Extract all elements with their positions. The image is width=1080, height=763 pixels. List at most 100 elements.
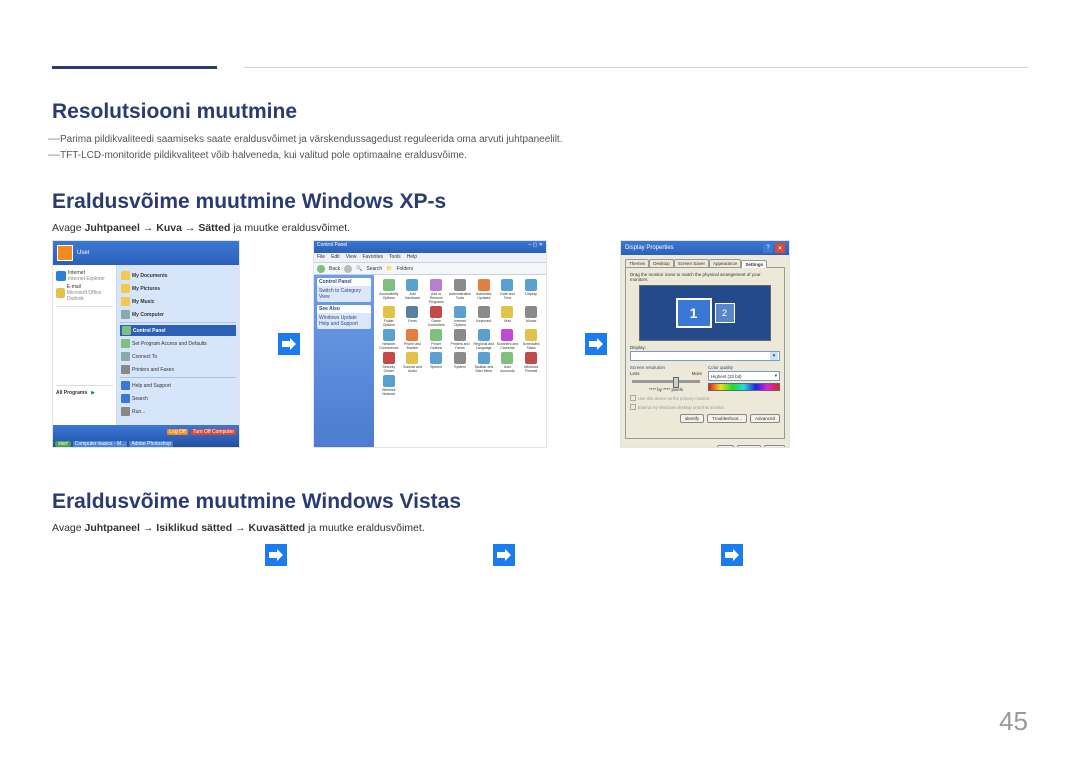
screenshot-start-menu: User InternetInternet Explorer E-mailMic…	[52, 240, 240, 448]
cp-icon-folder-options[interactable]: Folder Options	[378, 306, 400, 327]
cp-icon-internet-options[interactable]: Internet Options	[449, 306, 471, 327]
identify-button[interactable]: Identify	[680, 414, 705, 423]
cp-icon-scanners-and-cameras[interactable]: Scanners and Cameras	[497, 329, 519, 350]
cp-icon-speech[interactable]: Speech	[425, 352, 447, 373]
start-my-computer[interactable]: My Computer	[120, 309, 236, 320]
resolution-value: **** by **** pixels	[630, 387, 702, 392]
start-item-internet[interactable]: InternetInternet Explorer	[56, 270, 113, 282]
cp-toolbar[interactable]: Back 🔍Search 📁Folders	[314, 263, 546, 275]
extend-desktop-checkbox[interactable]: Extend my Windows desktop onto this moni…	[630, 404, 780, 410]
start-all-programs[interactable]: All Programs▶	[56, 390, 113, 396]
start-program-access[interactable]: Set Program Access and Defaults	[120, 338, 236, 349]
primary-monitor-checkbox[interactable]: Use this device as the primary monitor.	[630, 395, 780, 401]
cp-icon-printers-and-faxes[interactable]: Printers and Faxes	[449, 329, 471, 350]
display-combo[interactable]: ▾	[630, 351, 780, 361]
monitor-1[interactable]: 1	[676, 298, 712, 328]
display-label: Display:	[630, 345, 780, 350]
monitor-arrangement[interactable]: 1 2	[639, 285, 771, 341]
cp-icon-scheduled-tasks[interactable]: Scheduled Tasks	[520, 329, 542, 350]
cp-side-header: Control Panel	[317, 278, 371, 286]
xp-screenshot-row: User InternetInternet Explorer E-mailMic…	[52, 240, 1028, 448]
start-my-pictures[interactable]: My Pictures	[120, 283, 236, 294]
cp-icon-mail[interactable]: Mail	[497, 306, 519, 327]
cp-icon-power-options[interactable]: Power Options	[425, 329, 447, 350]
cp-window-controls[interactable]: – ▢ ✕	[529, 242, 543, 252]
cp-icon-windows-firewall[interactable]: Windows Firewall	[520, 352, 542, 373]
instruction-vista: Avage Juhtpaneel → Isiklikud sätted → Ku…	[52, 522, 1028, 534]
cp-menubar[interactable]: FileEditViewFavoritesToolsHelp	[314, 253, 546, 263]
cp-icon-sounds-and-audio[interactable]: Sounds and Audio	[402, 352, 424, 373]
page-number: 45	[999, 706, 1028, 737]
cp-help-support[interactable]: Help and Support	[319, 321, 369, 327]
cp-sidebar: Control Panel Switch to Category View Se…	[314, 275, 374, 448]
tab-settings[interactable]: Settings	[741, 260, 767, 268]
cp-switch-view[interactable]: Switch to Category View	[319, 288, 369, 300]
tab-themes[interactable]: Themes	[625, 259, 649, 267]
start-my-music[interactable]: My Music	[120, 296, 236, 307]
cp-icon-add-hardware[interactable]: Add Hardware	[402, 279, 424, 304]
tab-appearance[interactable]: Appearance	[709, 259, 741, 267]
cp-icon-add-or-remove-programs[interactable]: Add or Remove Programs	[425, 279, 447, 304]
cp-icon-administrative-tools[interactable]: Administrative Tools	[449, 279, 471, 304]
note-1: Parima pildikvaliteedi saamiseks saate e…	[52, 132, 1028, 148]
cp-icon-grid: Accessibility OptionsAdd HardwareAdd or …	[374, 275, 546, 448]
color-gradient	[708, 383, 780, 391]
tab-desktop[interactable]: Desktop	[649, 259, 674, 267]
tab-screensaver[interactable]: Screen Saver	[674, 259, 709, 267]
logoff-button[interactable]: Log Off	[167, 429, 187, 435]
start-search[interactable]: Search	[120, 393, 236, 404]
cp-icon-network-connections[interactable]: Network Connections	[378, 329, 400, 350]
advanced-button[interactable]: Advanced	[750, 414, 780, 423]
cp-window-title: Control Panel	[317, 242, 347, 252]
flow-arrow-2	[572, 333, 620, 355]
cp-icon-mouse[interactable]: Mouse	[520, 306, 542, 327]
cancel-button[interactable]: Cancel	[737, 445, 761, 448]
dp-tabs[interactable]: Themes Desktop Screen Saver Appearance S…	[625, 259, 785, 267]
cp-icon-user-accounts[interactable]: User Accounts	[497, 352, 519, 373]
header-rule	[244, 67, 1028, 68]
cp-icon-accessibility-options[interactable]: Accessibility Options	[378, 279, 400, 304]
forward-icon[interactable]	[344, 265, 352, 273]
header-accent-bar	[52, 66, 217, 69]
cp-icon-system[interactable]: System	[449, 352, 471, 373]
cp-icon-display[interactable]: Display	[520, 279, 542, 304]
monitor-2[interactable]: 2	[715, 303, 735, 323]
start-connect-to[interactable]: Connect To	[120, 351, 236, 362]
color-quality-combo[interactable]: Highest (32 bit)▾	[708, 371, 780, 381]
start-my-documents[interactable]: My Documents	[120, 270, 236, 281]
arrow-right-icon	[721, 544, 743, 566]
user-avatar	[57, 245, 73, 261]
start-printers[interactable]: Printers and Faxes	[120, 364, 236, 375]
chevron-down-icon: ▾	[770, 352, 778, 360]
start-run[interactable]: Run...	[120, 406, 236, 417]
cp-icon-security-center[interactable]: Security Center	[378, 352, 400, 373]
taskbar-tab-2[interactable]: Adobe Photoshop	[129, 441, 173, 447]
help-icon[interactable]: ?	[763, 243, 773, 253]
cp-icon-keyboard[interactable]: Keyboard	[473, 306, 495, 327]
start-item-email[interactable]: E-mailMicrosoft Office Outlook	[56, 284, 113, 302]
close-icon[interactable]: ✕	[775, 243, 785, 253]
cp-icon-taskbar-and-start-menu[interactable]: Taskbar and Start Menu	[473, 352, 495, 373]
taskbar-tab-1[interactable]: Computer-basics - M...	[73, 441, 128, 447]
cp-icon-fonts[interactable]: Fonts	[402, 306, 424, 327]
back-icon[interactable]	[317, 265, 325, 273]
note-2: TFT-LCD-monitoride pildikvaliteet võib h…	[52, 148, 1028, 164]
resolution-slider[interactable]	[632, 380, 700, 383]
ok-button[interactable]: OK	[717, 445, 734, 448]
start-button[interactable]: start	[55, 441, 71, 447]
apply-button[interactable]: Apply	[764, 445, 785, 448]
shutdown-button[interactable]: Turn Off Computer	[191, 429, 236, 435]
cp-icon-game-controllers[interactable]: Game Controllers	[425, 306, 447, 327]
cp-icon-automatic-updates[interactable]: Automatic Updates	[473, 279, 495, 304]
cp-icon-regional-and-language[interactable]: Regional and Language	[473, 329, 495, 350]
arrow-right-icon	[278, 333, 300, 355]
start-help[interactable]: Help and Support	[120, 380, 236, 391]
cp-icon-wireless-network[interactable]: Wireless Network	[378, 375, 400, 396]
troubleshoot-button[interactable]: Troubleshoot...	[707, 414, 747, 423]
flow-arrow-1	[265, 333, 313, 355]
start-control-panel[interactable]: Control Panel	[120, 325, 236, 336]
user-name: User	[77, 250, 90, 256]
cp-icon-date-and-time[interactable]: Date and Time	[497, 279, 519, 304]
cp-icon-phone-and-modem[interactable]: Phone and Modem	[402, 329, 424, 350]
color-quality-label: Color quality	[708, 365, 780, 370]
